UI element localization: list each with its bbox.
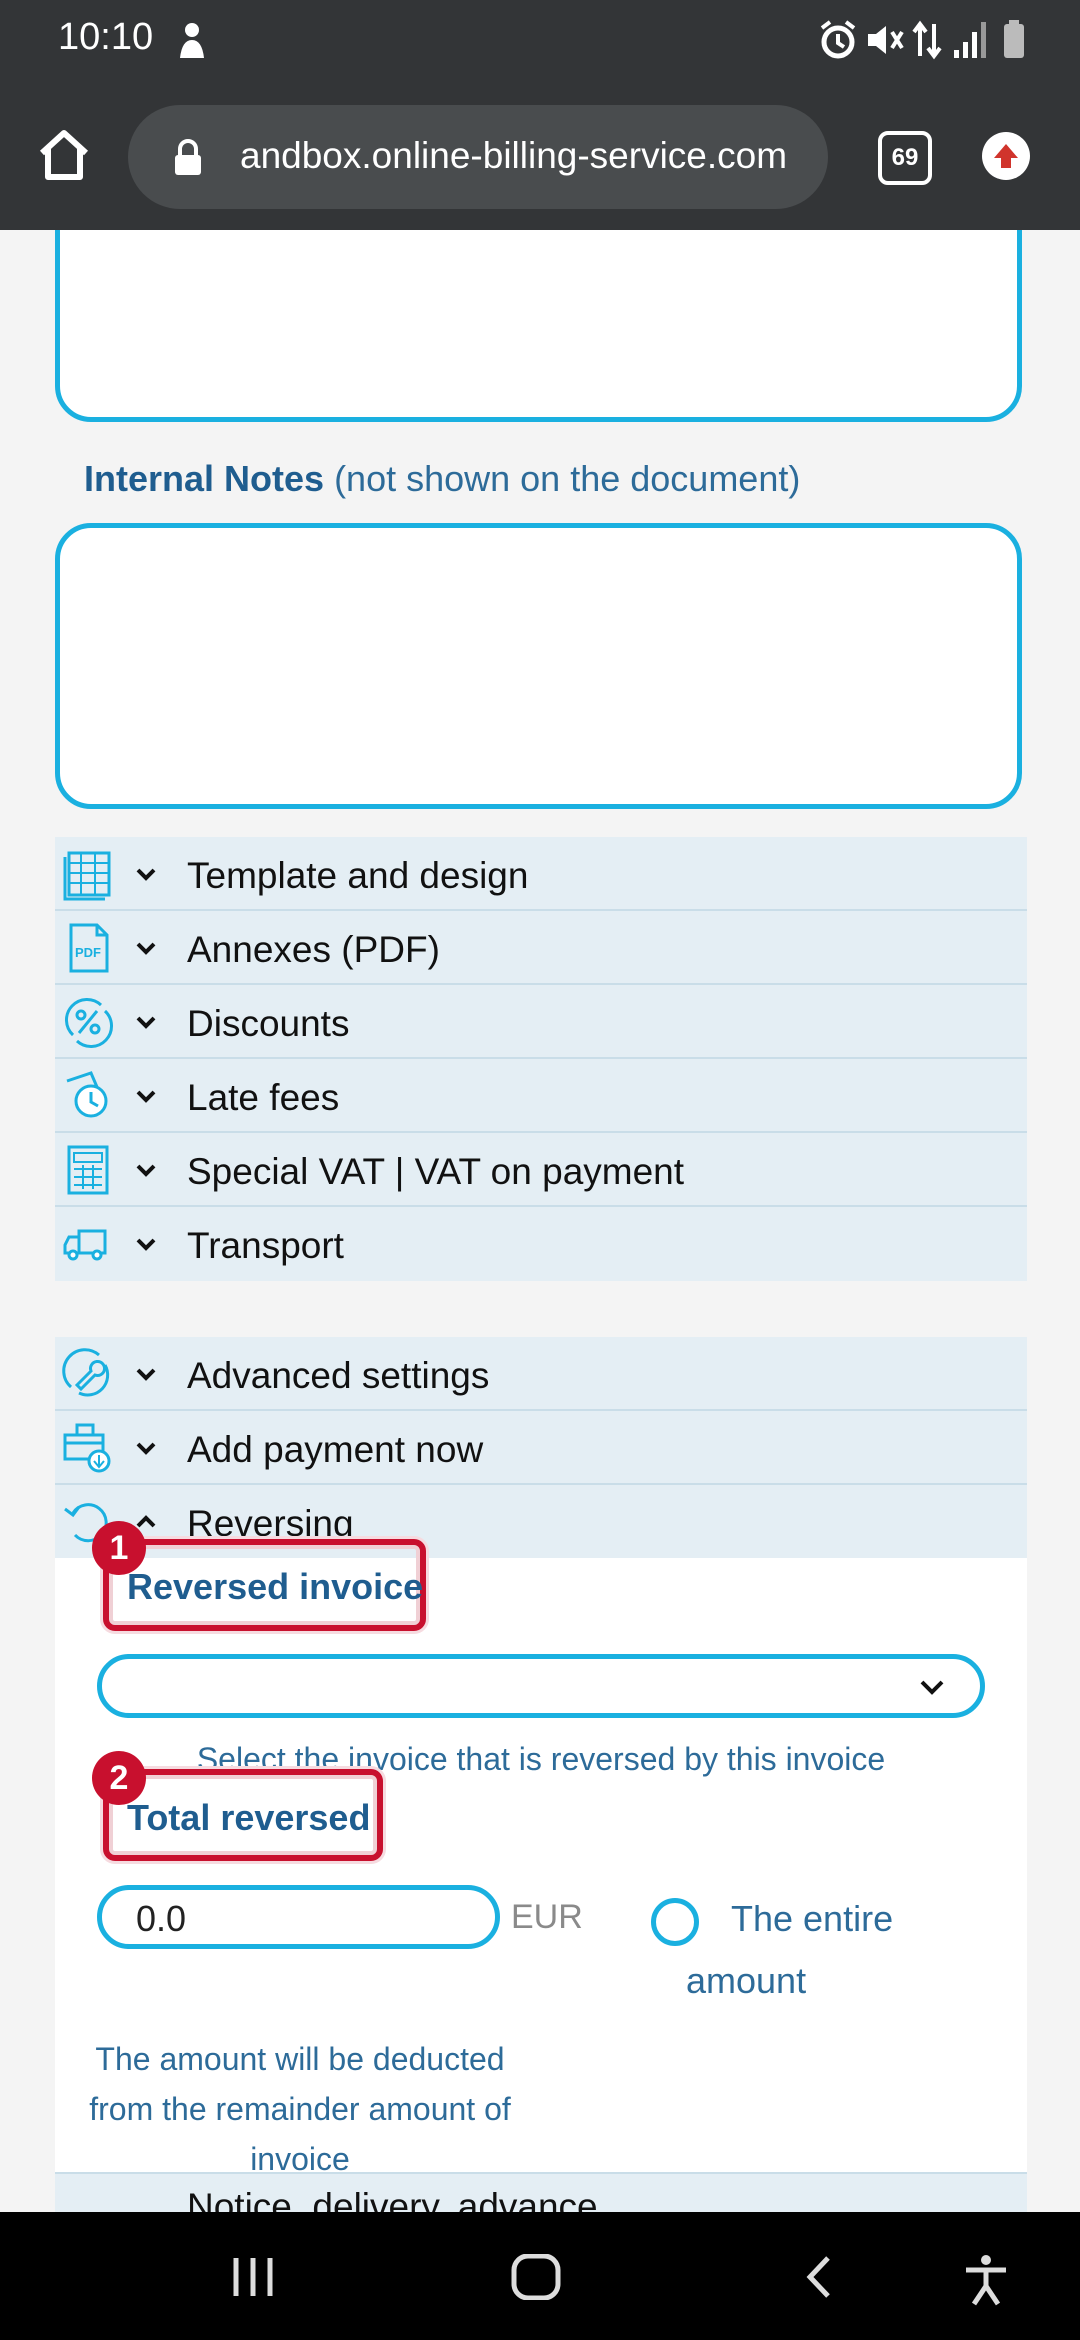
accordion-notice-delivery-advance[interactable]: Notice, delivery, advance	[55, 2172, 1027, 2212]
currency-label: EUR	[511, 1898, 583, 1936]
payment-icon	[61, 1421, 115, 1475]
wrench-icon	[61, 1347, 115, 1401]
total-reversed-label: Total reversed	[127, 1797, 371, 1838]
accordion-label: Annexes (PDF)	[187, 929, 440, 970]
back-icon[interactable]	[800, 2254, 836, 2305]
chevron-down-icon	[133, 1083, 159, 1109]
chevron-down-icon	[133, 1157, 159, 1183]
table-icon	[61, 847, 115, 901]
accordion-template-and-design[interactable]: Template and design	[55, 837, 1027, 911]
accordion-advanced-settings[interactable]: Advanced settings	[55, 1337, 1027, 1411]
reversed-invoice-select[interactable]	[97, 1654, 985, 1718]
total-reversed-input[interactable]: 0.0	[97, 1885, 500, 1949]
accordion-label: Special VAT | VAT on payment	[187, 1151, 685, 1192]
accordion-label: Add payment now	[187, 1429, 484, 1470]
accordion-annexes-pdf[interactable]: PDF Annexes (PDF)	[55, 911, 1027, 985]
system-nav-bar	[0, 2212, 1080, 2340]
status-time: 10:10	[58, 16, 154, 58]
percent-icon	[61, 995, 115, 1049]
accordion-label: Late fees	[187, 1077, 340, 1118]
pdf-icon: PDF	[61, 921, 115, 975]
chevron-down-icon	[133, 1435, 159, 1461]
chevron-down-icon	[133, 1009, 159, 1035]
total-reversed-value: 0.0	[136, 1898, 187, 1939]
url-text: andbox.online-billing-service.com	[240, 135, 788, 176]
entire-amount-label[interactable]: The entire amount	[686, 1888, 946, 2012]
chevron-down-icon	[133, 935, 159, 961]
mute-icon	[864, 18, 904, 67]
home-icon[interactable]	[34, 125, 94, 190]
alarm-icon	[818, 18, 858, 67]
data-arrows-icon	[912, 18, 942, 67]
update-icon[interactable]	[982, 132, 1030, 180]
address-bar[interactable]: andbox.online-billing-service.com	[128, 105, 828, 209]
accordion-label: Discounts	[187, 1003, 350, 1044]
status-bar: 10:10	[0, 0, 1080, 80]
clock-money-icon	[61, 1069, 115, 1123]
accessibility-icon[interactable]	[962, 2254, 1010, 2311]
accordion-label: Transport	[187, 1225, 344, 1266]
accordion-label: Template and design	[187, 855, 529, 896]
signal-icon	[952, 18, 988, 67]
browser-toolbar: andbox.online-billing-service.com 69	[0, 80, 1080, 230]
accordion-secondary: Advanced settings Add payment now Revers…	[55, 1337, 1027, 1559]
accordion-label: Advanced settings	[187, 1355, 490, 1396]
reversing-panel: 1 Reversed invoice Select the invoice th…	[55, 1521, 1027, 2177]
notification-icon	[174, 18, 210, 67]
svg-text:PDF: PDF	[75, 945, 101, 960]
recents-icon[interactable]	[228, 2254, 278, 2305]
page-content: Internal Notes (not shown on the documen…	[0, 230, 1080, 2212]
accordion-transport[interactable]: Transport	[55, 1207, 1027, 1281]
truck-icon	[61, 1217, 115, 1271]
lock-icon	[172, 139, 204, 182]
chevron-down-icon	[133, 1231, 159, 1257]
chevron-down-icon	[133, 861, 159, 887]
reversed-invoice-label: Reversed invoice	[127, 1566, 424, 1607]
previous-notes-textarea[interactable]	[55, 230, 1022, 422]
tab-switcher-button[interactable]: 69	[878, 131, 932, 185]
calculator-icon	[61, 1143, 115, 1197]
accordion-add-payment[interactable]: Add payment now	[55, 1411, 1027, 1485]
accordion-label: Notice, delivery, advance	[187, 2186, 598, 2212]
home-nav-icon[interactable]	[510, 2253, 562, 2305]
chevron-down-icon	[918, 1677, 946, 1702]
internal-notes-textarea[interactable]	[55, 523, 1022, 809]
accordion-special-vat[interactable]: Special VAT | VAT on payment	[55, 1133, 1027, 1207]
accordion-discounts[interactable]: Discounts	[55, 985, 1027, 1059]
battery-icon	[1002, 18, 1026, 67]
accordion-late-fees[interactable]: Late fees	[55, 1059, 1027, 1133]
deduct-hint: The amount will be deducted from the rem…	[89, 2041, 511, 2177]
chevron-down-icon	[133, 1361, 159, 1387]
internal-notes-label: Internal Notes (not shown on the documen…	[84, 458, 801, 499]
accordion-primary: Template and design PDF Annexes (PDF) Di…	[55, 837, 1027, 1281]
